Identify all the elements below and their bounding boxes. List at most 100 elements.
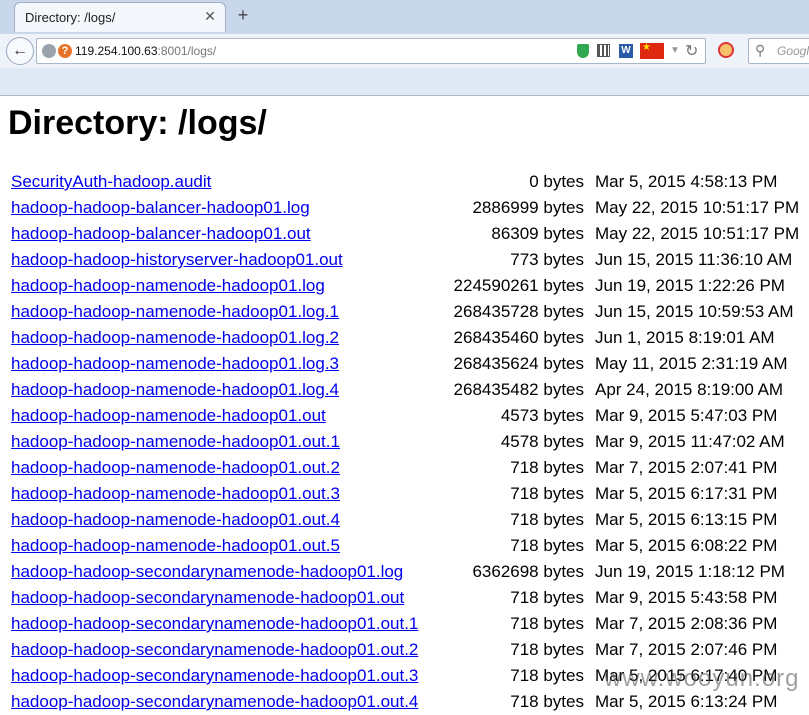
page-title: Directory: /logs/	[8, 104, 267, 142]
table-row: hadoop-hadoop-secondarynamenode-hadoop01…	[11, 611, 799, 637]
search-input[interactable]: ⚲ Googl	[748, 38, 809, 64]
file-name-cell: hadoop-hadoop-namenode-hadoop01.log.3	[11, 351, 435, 377]
table-row: hadoop-hadoop-namenode-hadoop01.log.4 268…	[11, 377, 799, 403]
file-date: Mar 5, 2015 6:08:22 PM	[595, 536, 778, 555]
file-name-cell: hadoop-hadoop-historyserver-hadoop01.out	[11, 247, 435, 273]
file-size: 224590261 bytes	[453, 276, 584, 295]
table-row: hadoop-hadoop-namenode-hadoop01.out.4 718…	[11, 507, 799, 533]
file-name-cell: hadoop-hadoop-namenode-hadoop01.log.2	[11, 325, 435, 351]
dropdown-icon[interactable]: ▼	[670, 45, 680, 56]
search-icon[interactable]: ⚲	[755, 42, 765, 59]
file-size: 718 bytes	[510, 614, 584, 633]
tab-strip: Directory: /logs/ ✕ +	[0, 0, 809, 34]
file-size: 4578 bytes	[500, 432, 584, 451]
file-link[interactable]: hadoop-hadoop-secondarynamenode-hadoop01…	[11, 614, 418, 633]
file-size: 86309 bytes	[491, 224, 584, 243]
url-path: :8001/logs/	[157, 44, 217, 58]
file-size: 773 bytes	[510, 250, 584, 269]
file-date: Mar 9, 2015 5:47:03 PM	[595, 406, 778, 425]
url-bar[interactable]: ? 119.254.100.63:8001/logs/ W ▼ ↻	[36, 38, 706, 64]
file-size: 6362698 bytes	[472, 562, 584, 581]
file-size: 718 bytes	[510, 536, 584, 555]
file-name-cell: hadoop-hadoop-secondarynamenode-hadoop01…	[11, 689, 435, 715]
table-row: hadoop-hadoop-balancer-hadoop01.log 28869…	[11, 195, 799, 221]
file-date: Mar 7, 2015 2:08:36 PM	[595, 614, 778, 633]
new-tab-icon[interactable]: +	[234, 6, 252, 24]
file-link[interactable]: hadoop-hadoop-historyserver-hadoop01.out	[11, 250, 343, 269]
file-link[interactable]: hadoop-hadoop-secondarynamenode-hadoop01…	[11, 562, 403, 581]
file-size: 268435460 bytes	[453, 328, 584, 347]
file-link[interactable]: hadoop-hadoop-namenode-hadoop01.out.3	[11, 484, 340, 503]
tab-title: Directory: /logs/	[25, 10, 116, 25]
file-listing: SecurityAuth-hadoop.audit 0 bytes Mar 5, 2…	[8, 169, 802, 715]
file-name-cell: hadoop-hadoop-balancer-hadoop01.log	[11, 195, 435, 221]
shield-icon[interactable]	[577, 44, 589, 58]
file-date: Jun 15, 2015 10:59:53 AM	[595, 302, 794, 321]
table-row: hadoop-hadoop-balancer-hadoop01.out 86309…	[11, 221, 799, 247]
file-date: Mar 5, 2015 6:13:15 PM	[595, 510, 778, 529]
file-name-cell: hadoop-hadoop-namenode-hadoop01.out	[11, 403, 435, 429]
file-link[interactable]: hadoop-hadoop-namenode-hadoop01.log.3	[11, 354, 339, 373]
file-link[interactable]: hadoop-hadoop-secondarynamenode-hadoop01…	[11, 666, 418, 685]
word-icon[interactable]: W	[619, 44, 633, 58]
file-date: May 22, 2015 10:51:17 PM	[595, 198, 800, 217]
table-row: hadoop-hadoop-namenode-hadoop01.log.2 268…	[11, 325, 799, 351]
browser-chrome: Directory: /logs/ ✕ + ← ? 119.254.100.63…	[0, 0, 809, 96]
reload-icon[interactable]: ↻	[685, 41, 698, 61]
file-size: 0 bytes	[529, 172, 584, 191]
file-date: Jun 19, 2015 1:22:26 PM	[595, 276, 785, 295]
file-name-cell: hadoop-hadoop-balancer-hadoop01.out	[11, 221, 435, 247]
close-icon[interactable]: ✕	[203, 9, 217, 23]
warning-icon[interactable]: ?	[58, 44, 72, 58]
file-link[interactable]: hadoop-hadoop-namenode-hadoop01.log.2	[11, 328, 339, 347]
file-size: 268435728 bytes	[453, 302, 584, 321]
file-link[interactable]: hadoop-hadoop-namenode-hadoop01.out.4	[11, 510, 340, 529]
file-size: 2886999 bytes	[472, 198, 584, 217]
file-link[interactable]: SecurityAuth-hadoop.audit	[11, 172, 211, 191]
file-link[interactable]: hadoop-hadoop-namenode-hadoop01.out.5	[11, 536, 340, 555]
file-link[interactable]: hadoop-hadoop-namenode-hadoop01.log.1	[11, 302, 339, 321]
file-link[interactable]: hadoop-hadoop-balancer-hadoop01.log	[11, 198, 310, 217]
file-link[interactable]: hadoop-hadoop-namenode-hadoop01.out.2	[11, 458, 340, 477]
back-arrow-icon[interactable]: ←	[6, 37, 34, 65]
table-row: hadoop-hadoop-historyserver-hadoop01.out…	[11, 247, 799, 273]
file-size: 718 bytes	[510, 510, 584, 529]
table-row: hadoop-hadoop-namenode-hadoop01.out.5 718…	[11, 533, 799, 559]
file-name-cell: hadoop-hadoop-secondarynamenode-hadoop01…	[11, 611, 435, 637]
file-link[interactable]: hadoop-hadoop-secondarynamenode-hadoop01…	[11, 588, 404, 607]
file-link[interactable]: hadoop-hadoop-namenode-hadoop01.out.1	[11, 432, 340, 451]
url-text[interactable]: 119.254.100.63:8001/logs/	[75, 44, 216, 58]
file-name-cell: hadoop-hadoop-secondarynamenode-hadoop01…	[11, 559, 435, 585]
file-link[interactable]: hadoop-hadoop-secondarynamenode-hadoop01…	[11, 692, 418, 711]
file-size: 718 bytes	[510, 666, 584, 685]
file-date: May 22, 2015 10:51:17 PM	[595, 224, 800, 243]
file-date: Mar 7, 2015 2:07:46 PM	[595, 640, 778, 659]
file-size: 718 bytes	[510, 588, 584, 607]
file-size: 718 bytes	[510, 692, 584, 711]
table-row: hadoop-hadoop-namenode-hadoop01.out.3 718…	[11, 481, 799, 507]
file-name-cell: hadoop-hadoop-namenode-hadoop01.log.1	[11, 299, 435, 325]
globe-icon[interactable]	[42, 44, 56, 58]
file-link[interactable]: hadoop-hadoop-namenode-hadoop01.log	[11, 276, 325, 295]
navigation-bar: ← ? 119.254.100.63:8001/logs/ W ▼ ↻	[0, 34, 809, 68]
file-date: Mar 5, 2015 6:17:31 PM	[595, 484, 778, 503]
file-name-cell: SecurityAuth-hadoop.audit	[11, 169, 435, 195]
table-row: hadoop-hadoop-secondarynamenode-hadoop01…	[11, 637, 799, 663]
file-name-cell: hadoop-hadoop-secondarynamenode-hadoop01…	[11, 637, 435, 663]
file-date: Mar 9, 2015 11:47:02 AM	[595, 432, 785, 451]
file-size: 718 bytes	[510, 484, 584, 503]
addon-icon[interactable]	[718, 42, 734, 58]
file-link[interactable]: hadoop-hadoop-namenode-hadoop01.log.4	[11, 380, 339, 399]
file-link[interactable]: hadoop-hadoop-balancer-hadoop01.out	[11, 224, 311, 243]
tab-directory-logs[interactable]: Directory: /logs/ ✕	[14, 2, 226, 32]
file-name-cell: hadoop-hadoop-namenode-hadoop01.out.4	[11, 507, 435, 533]
qr-code-icon[interactable]	[597, 44, 610, 57]
file-size: 718 bytes	[510, 458, 584, 477]
file-link[interactable]: hadoop-hadoop-secondarynamenode-hadoop01…	[11, 640, 418, 659]
table-row: hadoop-hadoop-secondarynamenode-hadoop01…	[11, 585, 799, 611]
file-date: Jun 15, 2015 11:36:10 AM	[595, 250, 793, 269]
table-row: SecurityAuth-hadoop.audit 0 bytes Mar 5, 2…	[11, 169, 799, 195]
file-size: 268435482 bytes	[453, 380, 584, 399]
china-flag-icon[interactable]	[640, 42, 664, 59]
file-link[interactable]: hadoop-hadoop-namenode-hadoop01.out	[11, 406, 326, 425]
